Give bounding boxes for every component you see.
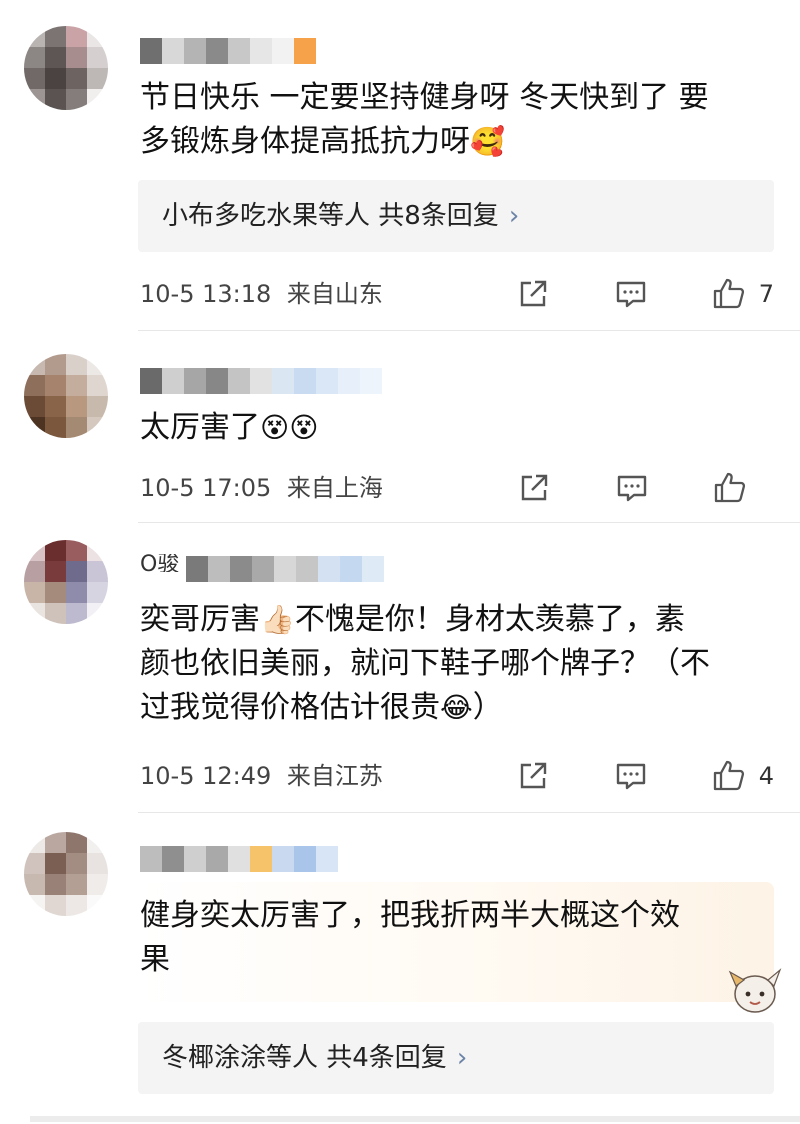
comment-line-2: 多锻炼身体提高抵抗力呀 [140,124,470,159]
comment-line-1b: 不愧是你！身材太羡慕了，素 [294,602,685,637]
username-redacted[interactable] [186,556,384,582]
share-icon[interactable] [515,276,551,312]
comment-meta: 10-5 13:18 来自山东 [140,276,383,312]
avatar[interactable] [24,832,108,916]
share-icon[interactable] [516,470,552,506]
comment-icon[interactable] [613,758,649,794]
replies-link[interactable]: 冬椰涂涂等人 共4条回复 › [138,1022,774,1094]
avatar[interactable] [24,26,108,110]
share-icon[interactable] [515,758,551,794]
dizzy-emoji-icon: 😵😵 [260,411,319,444]
anime-sticker-icon [728,968,782,1013]
replies-link[interactable]: 小布多吃水果等人 共8条回复 › [138,180,774,252]
comment-text: 太厉害了😵😵 [140,406,318,450]
comment-line-3a: 过我觉得价格估计很贵 [140,690,440,725]
thumbs-up-emoji-icon: 👍🏻 [260,603,295,636]
username-redacted[interactable] [140,368,382,394]
laughing-tears-emoji-icon: 😂 [440,691,473,724]
comment-meta: 10-5 17:05 来自上海 [140,470,383,506]
blush-emoji-icon: 🥰 [470,125,505,158]
comment-line-1a: 奕哥厉害 [140,602,260,637]
thumbs-up-icon[interactable] [711,276,747,312]
chevron-right-icon: › [456,1043,468,1073]
comment-text: 健身奕太厉害了，把我折两半大概这个效 果 [140,894,680,982]
replies-label: 小布多吃水果等人 共8条回复 [162,201,499,231]
thumbs-up-icon[interactable] [712,470,748,506]
comment-line-2: 颜也依旧美丽，就问下鞋子哪个牌子？（不 [140,646,710,681]
comment-text: 节日快乐 一定要坚持健身呀 冬天快到了 要 多锻炼身体提高抵抗力呀🥰 [140,76,709,164]
avatar[interactable] [24,354,108,438]
comment-actions [516,470,774,506]
like-count: 7 [758,280,774,308]
comment-text: 奕哥厉害👍🏻不愧是你！身材太羡慕了，素 颜也依旧美丽，就问下鞋子哪个牌子？（不 … [140,598,710,730]
thumbs-up-icon[interactable] [711,758,747,794]
comment-location: 来自山东 [286,280,383,308]
comment-meta: 10-5 12:49 来自江苏 [140,758,383,794]
divider [30,1116,800,1122]
divider [138,522,800,523]
comment-icon[interactable] [614,470,650,506]
comment-location: 来自江苏 [286,762,383,790]
chevron-right-icon: › [508,201,520,231]
comment-time: 10-5 12:49 [140,762,272,790]
username-redacted[interactable] [140,846,338,872]
comment-time: 10-5 17:05 [140,474,272,502]
replies-label: 冬椰涂涂等人 共4条回复 [162,1043,447,1073]
comment-line-1: 节日快乐 一定要坚持健身呀 冬天快到了 要 [140,80,709,115]
divider [138,812,800,813]
username-redacted[interactable] [140,38,316,64]
divider [138,330,800,331]
comment-line-1: 太厉害了 [140,410,260,445]
username-partial[interactable]: O骏 [140,554,179,572]
comment-icon[interactable] [613,276,649,312]
comment-line-2: 果 [140,942,170,977]
comment-actions: 4 [515,758,774,794]
comment-actions: 7 [515,276,774,312]
like-count: 4 [758,762,774,790]
comment-location: 来自上海 [286,474,383,502]
comment-line-3b: ） [472,690,503,725]
avatar[interactable] [24,540,108,624]
comment-line-1: 健身奕太厉害了，把我折两半大概这个效 [140,898,680,933]
comment-time: 10-5 13:18 [140,280,272,308]
